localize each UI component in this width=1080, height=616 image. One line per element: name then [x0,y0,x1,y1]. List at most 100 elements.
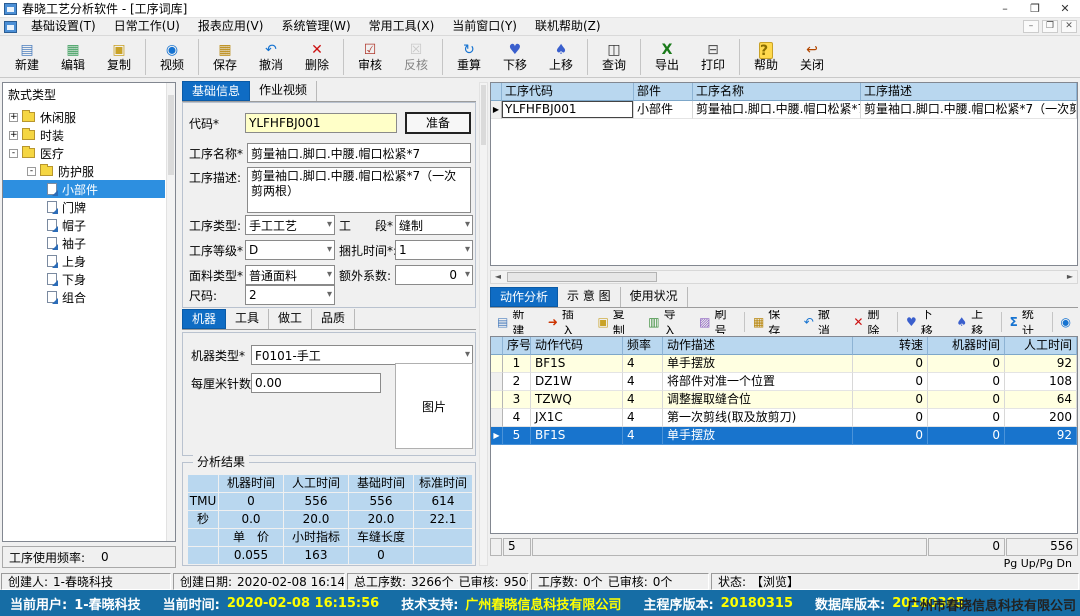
process-table-hscrollbar[interactable]: ◄ ► [490,270,1078,284]
action-copy-button[interactable]: ▣复制 [590,311,641,333]
search-button[interactable]: ◫查询 [591,37,637,77]
new-button[interactable]: ▤新建 [4,37,50,77]
picture-box[interactable]: 图片 [395,363,473,449]
tab-work-video[interactable]: 作业视频 [250,81,317,101]
grade-select[interactable]: D [245,240,335,260]
tree-item-hat[interactable]: 帽子 [3,216,165,234]
scrollbar-thumb[interactable] [507,272,657,282]
action-row-selected[interactable]: ▶ 5 BF1S 4 单手摆放 0 0 92 [491,427,1077,445]
process-name-input[interactable]: 剪量袖口.脚口.中腰.帽口松紧*7 [247,143,471,163]
part-cell[interactable]: 小部件 [634,101,693,119]
menu-basic-settings[interactable]: 基础设置(T) [22,18,105,35]
restore-icon[interactable]: ❐ [1020,0,1050,17]
tree-item-lower-body[interactable]: 下身 [3,270,165,288]
save-button[interactable]: ▦保存 [202,37,248,77]
menu-help[interactable]: 联机帮助(Z) [526,18,610,35]
audit-button[interactable]: ☑审核 [347,37,393,77]
col-frequency[interactable]: 频率 [623,337,663,355]
scrollbar-thumb[interactable] [168,95,174,175]
tree-item-small-parts[interactable]: 小部件 [3,180,165,198]
move-down-button[interactable]: ♥下移 [492,37,538,77]
prepare-button[interactable]: 准备 [405,112,471,134]
col-machine-time[interactable]: 机器时间 [928,337,1005,355]
tree-item-fashion[interactable]: +时装 [3,126,165,144]
col-speed[interactable]: 转速 [853,337,928,355]
collapse-icon[interactable]: - [27,167,36,176]
process-table-row[interactable]: ▶ YLFHFBJ001 小部件 剪量袖口.脚口.中腰.帽口松紧*7 剪量袖口.… [491,101,1077,119]
menu-tools[interactable]: 常用工具(X) [360,18,444,35]
size-select[interactable]: 2 [245,285,335,305]
edit-button[interactable]: ▦编辑 [50,37,96,77]
recalculate-button[interactable]: ↻重算 [446,37,492,77]
action-import-button[interactable]: ▥导入 [641,311,692,333]
tab-action-analysis[interactable]: 动作分析 [490,287,558,307]
action-move-up-button[interactable]: ♠上移 [949,311,999,333]
copy-button[interactable]: ▣复制 [96,37,142,77]
bundle-time-select[interactable]: 1 [395,240,473,260]
col-labor-time[interactable]: 人工时间 [1005,337,1077,355]
menu-window[interactable]: 当前窗口(Y) [443,18,526,35]
code-input[interactable]: YLFHFBJ001 [245,113,397,133]
extra-factor-select[interactable]: 0 [395,265,473,285]
menu-daily-work[interactable]: 日常工作(U) [105,18,189,35]
export-button[interactable]: X导出 [644,37,690,77]
menu-system[interactable]: 系统管理(W) [272,18,359,35]
detail-scrollbar[interactable] [479,82,488,566]
tab-basic-info[interactable]: 基础信息 [182,81,250,101]
tree-item-protective[interactable]: -防护服 [3,162,165,180]
action-row[interactable]: 1 BF1S 4 单手摆放 0 0 92 [491,355,1077,373]
process-code-cell[interactable]: YLFHFBJ001 [502,101,634,119]
scroll-right-icon[interactable]: ► [1063,271,1077,283]
machine-type-select[interactable]: F0101-手工 [251,345,473,365]
expand-icon[interactable]: + [9,131,18,140]
tree-item-medical[interactable]: -医疗 [3,144,165,162]
menu-reports[interactable]: 报表应用(V) [189,18,273,35]
tree-item-casual[interactable]: +休闲服 [3,108,165,126]
mdi-minimize-icon[interactable]: – [1023,20,1039,33]
minimize-icon[interactable]: – [990,0,1020,17]
action-renumber-button[interactable]: ▨刷号 [692,311,743,333]
process-desc-input[interactable]: 剪量袖口.脚口.中腰.帽口松紧*7（一次剪两根） [247,167,471,213]
tree-item-combination[interactable]: 组合 [3,288,165,306]
mdi-close-icon[interactable]: ✕ [1061,20,1077,33]
tab-workmanship[interactable]: 做工 [269,309,312,329]
action-save-button[interactable]: ▦保存 [746,311,797,333]
scroll-left-icon[interactable]: ◄ [491,271,505,283]
col-process-code[interactable]: 工序代码 [502,83,634,101]
segment-select[interactable]: 缝制 [395,215,473,235]
action-insert-button[interactable]: ➜插入 [541,311,591,333]
tree-scrollbar[interactable] [166,83,175,541]
action-row[interactable]: 4 JX1C 4 第一次剪线(取及放剪刀) 0 0 200 [491,409,1077,427]
action-move-down-button[interactable]: ♥下移 [899,311,949,333]
video-button[interactable]: ◉视频 [149,37,195,77]
process-desc-cell[interactable]: 剪量袖口.脚口.中腰.帽口松紧*7（一次剪两 [861,101,1077,119]
help-button[interactable]: ?帮助 [743,37,789,77]
tab-diagram[interactable]: 示 意 图 [558,287,621,307]
move-up-button[interactable]: ♠上移 [538,37,584,77]
action-delete-button[interactable]: ✕删除 [846,311,896,333]
delete-button[interactable]: ✕删除 [294,37,340,77]
process-type-select[interactable]: 手工工艺 [245,215,335,235]
process-name-cell[interactable]: 剪量袖口.脚口.中腰.帽口松紧*7 [693,101,861,119]
col-process-name[interactable]: 工序名称 [693,83,861,101]
mdi-restore-icon[interactable]: ❐ [1042,20,1058,33]
close-window-button[interactable]: ↩关闭 [789,37,835,77]
col-seq[interactable]: 序号 [503,337,531,355]
tab-machine[interactable]: 机器 [182,309,226,329]
tree-item-upper-body[interactable]: 上身 [3,252,165,270]
undo-button[interactable]: ↶撤消 [248,37,294,77]
action-row[interactable]: 3 TZWQ 4 调整握取缝合位 0 0 64 [491,391,1077,409]
close-icon[interactable]: ✕ [1050,0,1080,17]
tab-usage-status[interactable]: 使用状况 [621,287,688,307]
collapse-icon[interactable]: - [9,149,18,158]
tree-item-placket[interactable]: 门牌 [3,198,165,216]
tab-tool[interactable]: 工具 [226,309,269,329]
print-button[interactable]: ⊟打印 [690,37,736,77]
col-action-code[interactable]: 动作代码 [531,337,623,355]
fabric-type-select[interactable]: 普通面料 [245,265,335,285]
expand-icon[interactable]: + [9,113,18,122]
col-action-desc[interactable]: 动作描述 [663,337,853,355]
stitch-density-input[interactable]: 0.00 [251,373,381,393]
action-statistics-button[interactable]: Σ统计 [1003,311,1051,333]
action-undo-button[interactable]: ↶撤消 [797,311,847,333]
